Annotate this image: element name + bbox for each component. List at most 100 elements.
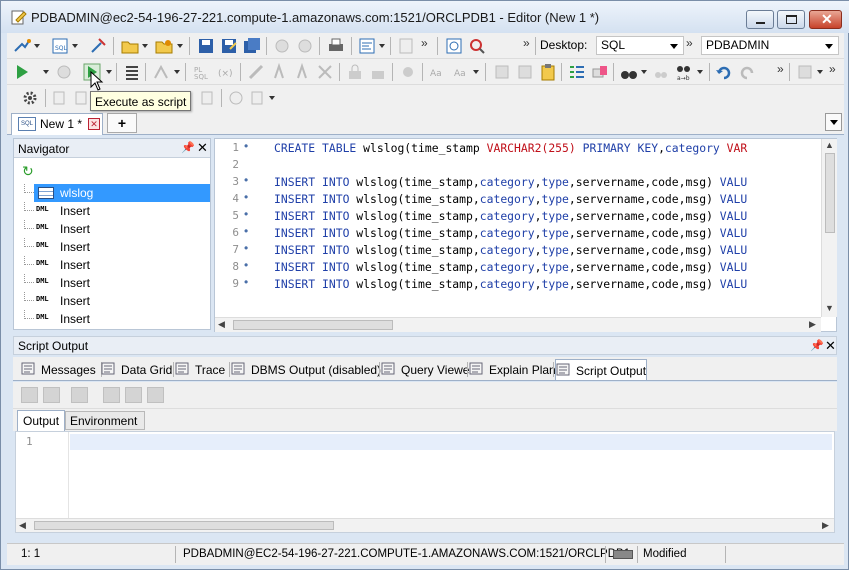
- tree-item[interactable]: wlslog: [20, 184, 210, 202]
- scroll-left-icon[interactable]: ◀: [218, 319, 225, 330]
- close-tab-icon[interactable]: ✕: [88, 118, 100, 130]
- scroll-right-icon[interactable]: ▶: [822, 520, 829, 531]
- add-tab-button[interactable]: +: [107, 113, 137, 133]
- subtab-environment[interactable]: Environment: [65, 411, 145, 430]
- chevron-down-icon[interactable]: [817, 70, 823, 74]
- copy-icon[interactable]: [71, 387, 88, 403]
- connection-select[interactable]: PDBADMIN: [701, 36, 839, 55]
- undo-history-icon[interactable]: [273, 37, 291, 55]
- paste-icon[interactable]: [73, 89, 91, 107]
- scroll-down-icon[interactable]: ▼: [825, 303, 834, 313]
- undo-icon[interactable]: [715, 63, 733, 81]
- chevron-down-icon[interactable]: [72, 44, 78, 48]
- close-icon[interactable]: ✕: [197, 140, 208, 156]
- tab-messages[interactable]: Messages: [21, 359, 99, 380]
- scroll-left-icon[interactable]: ◀: [19, 520, 26, 531]
- print-icon[interactable]: [147, 387, 164, 403]
- more-chevron-icon[interactable]: »: [523, 36, 530, 50]
- explain-plan-icon[interactable]: [152, 63, 170, 81]
- tree-item[interactable]: DML Insert: [20, 292, 210, 310]
- chevron-down-icon[interactable]: [697, 70, 703, 74]
- more-chevron-icon[interactable]: »: [421, 36, 428, 50]
- horizontal-scrollbar[interactable]: ◀ ▶: [215, 317, 821, 332]
- pin-icon[interactable]: 📌: [181, 141, 195, 154]
- script-output-area[interactable]: 1 ◀ ▶: [15, 431, 835, 533]
- connections-icon[interactable]: [13, 37, 31, 55]
- run-statement-icon[interactable]: [13, 63, 31, 81]
- bind-variables-icon[interactable]: (×): [217, 63, 235, 81]
- format-icon[interactable]: [516, 63, 534, 81]
- to-lower-icon[interactable]: Aa: [453, 63, 471, 81]
- maximize-button[interactable]: [777, 10, 805, 29]
- chevron-down-icon[interactable]: [379, 44, 385, 48]
- chevron-down-icon[interactable]: [473, 70, 479, 74]
- rollback-icon[interactable]: [270, 63, 288, 81]
- copy-icon[interactable]: [51, 89, 69, 107]
- chevron-down-icon[interactable]: [43, 70, 49, 74]
- document-icon[interactable]: [199, 89, 217, 107]
- tree-item[interactable]: DML Insert: [20, 310, 210, 328]
- chevron-down-icon[interactable]: [269, 96, 275, 100]
- save-icon[interactable]: [197, 37, 215, 55]
- minimize-button[interactable]: [746, 10, 774, 29]
- pen-icon[interactable]: [21, 387, 38, 403]
- open-recent-icon[interactable]: [155, 37, 173, 55]
- sql-editor[interactable]: 1 • 2 3 • 4 • 5 • 6 • 7 • 8 • 9 • CREATE TABLE wlslog(ti…: [214, 138, 837, 332]
- save-icon[interactable]: [103, 387, 120, 403]
- scroll-up-icon[interactable]: ▲: [825, 140, 834, 150]
- clipboard-icon[interactable]: [539, 63, 557, 81]
- tree-item[interactable]: DML Insert: [20, 238, 210, 256]
- sql-history-icon[interactable]: [445, 37, 463, 55]
- tab-data-grid[interactable]: Data Grid: [101, 359, 172, 380]
- more-chevron-icon[interactable]: »: [686, 36, 693, 50]
- scroll-right-icon[interactable]: ▶: [809, 319, 816, 330]
- tab-dbms-output[interactable]: DBMS Output (disabled): [231, 359, 381, 380]
- find-icon[interactable]: [43, 387, 60, 403]
- subtab-output[interactable]: Output: [17, 410, 65, 431]
- scroll-thumb[interactable]: [34, 521, 334, 530]
- horizontal-scrollbar[interactable]: ◀ ▶: [16, 518, 834, 532]
- refresh-icon[interactable]: ↻: [22, 163, 34, 180]
- save-as-icon[interactable]: [220, 37, 238, 55]
- to-upper-icon[interactable]: Aa: [429, 63, 447, 81]
- lock-icon[interactable]: [346, 63, 364, 81]
- unshared-worksheet-icon[interactable]: [89, 37, 107, 55]
- settings-gear-icon[interactable]: [21, 89, 39, 107]
- cancel-icon[interactable]: [293, 63, 311, 81]
- debug-icon[interactable]: [399, 63, 417, 81]
- more-chevron-icon[interactable]: »: [829, 62, 836, 76]
- tree-item[interactable]: DML Insert: [20, 274, 210, 292]
- chevron-down-icon[interactable]: [174, 70, 180, 74]
- chevron-down-icon[interactable]: [641, 70, 647, 74]
- commit-icon[interactable]: [247, 63, 265, 81]
- tab-trace[interactable]: Trace: [175, 359, 227, 380]
- replace-icon[interactable]: a→b: [675, 63, 693, 81]
- tab-new1[interactable]: SQL New 1 * ✕: [11, 113, 103, 135]
- find-next-icon[interactable]: [652, 63, 670, 81]
- tool-icon[interactable]: [796, 63, 814, 81]
- edit-icon[interactable]: [249, 89, 267, 107]
- print-icon[interactable]: [327, 37, 345, 55]
- redo-icon[interactable]: [738, 63, 756, 81]
- chevron-down-icon[interactable]: [106, 70, 112, 74]
- pin-icon[interactable]: 📌: [810, 339, 824, 352]
- autotrace-icon[interactable]: [123, 63, 141, 81]
- open-folder-icon[interactable]: [121, 37, 139, 55]
- vertical-scrollbar[interactable]: ▲ ▼: [821, 139, 837, 317]
- close-icon[interactable]: ✕: [825, 338, 836, 354]
- unlock-icon[interactable]: [369, 63, 387, 81]
- chevron-down-icon[interactable]: [177, 44, 183, 48]
- search-icon[interactable]: [468, 37, 486, 55]
- tree-item[interactable]: DML Insert: [20, 256, 210, 274]
- scroll-thumb[interactable]: [233, 320, 393, 330]
- clear-icon[interactable]: [125, 387, 142, 403]
- tree-item[interactable]: DML Insert: [20, 220, 210, 238]
- clear-icon[interactable]: [493, 63, 511, 81]
- sql-worksheet-icon[interactable]: SQL: [51, 37, 69, 55]
- more-chevron-icon[interactable]: »: [777, 62, 784, 76]
- stop-icon[interactable]: [55, 63, 73, 81]
- binoculars-icon[interactable]: [620, 63, 638, 81]
- scroll-thumb[interactable]: [825, 153, 835, 233]
- desktop-select[interactable]: SQL: [596, 36, 684, 55]
- tab-query-viewer[interactable]: Query Viewer: [381, 359, 473, 380]
